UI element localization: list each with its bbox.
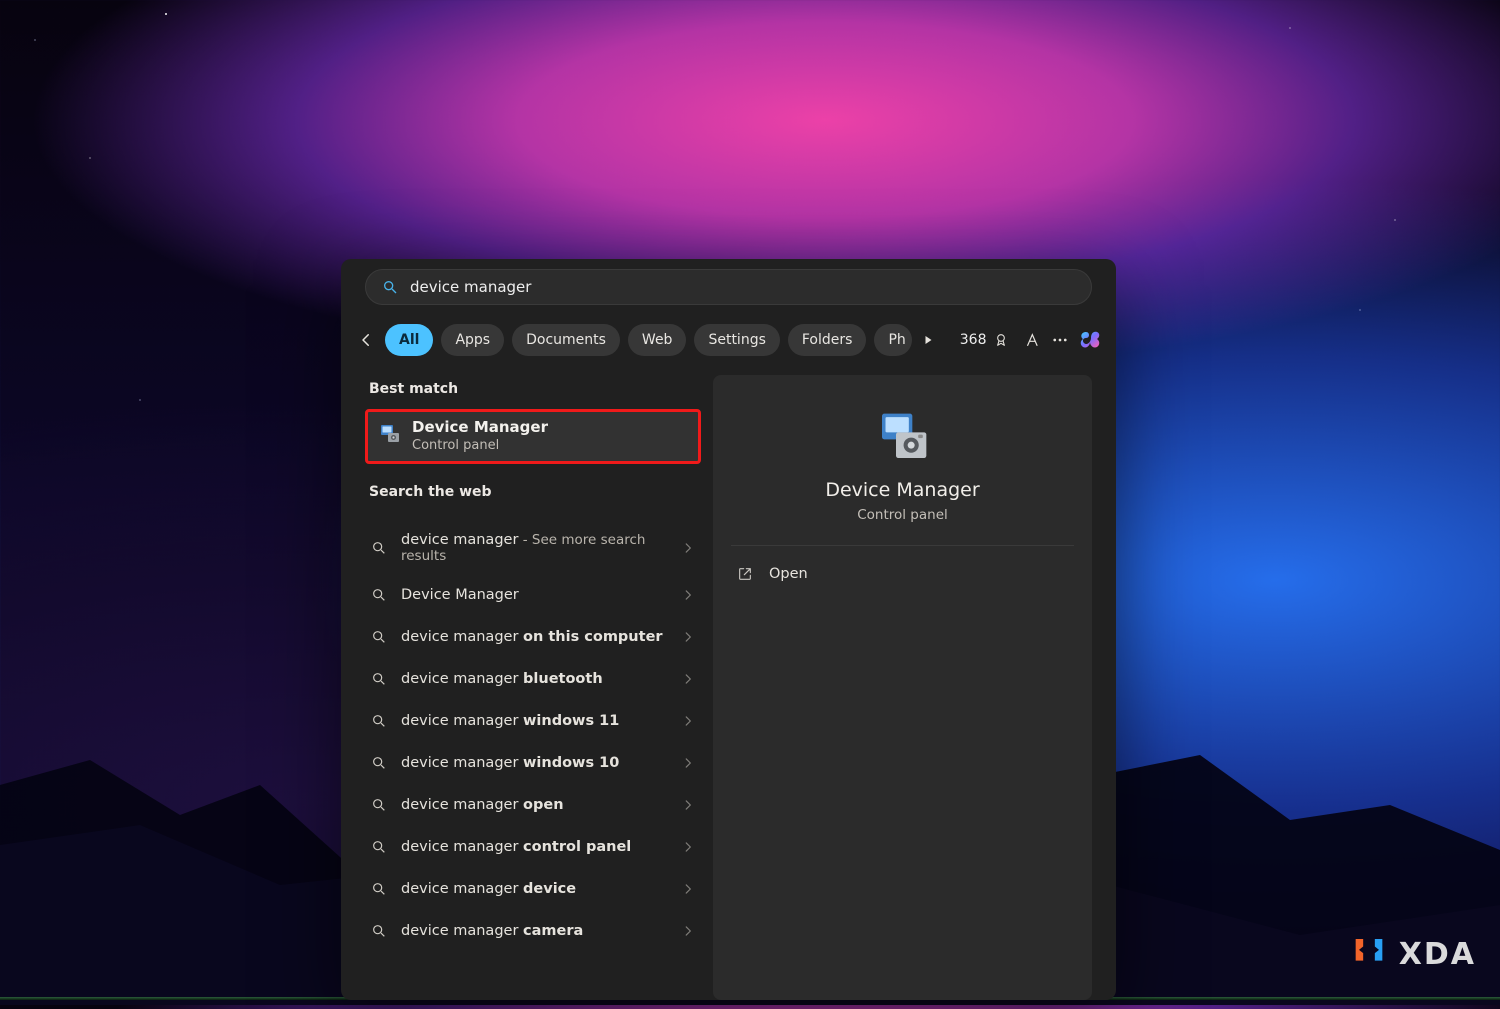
text-size-button[interactable] xyxy=(1025,325,1041,355)
xda-watermark: XDA xyxy=(1349,934,1476,974)
search-web-label: Search the web xyxy=(365,478,701,512)
action-open[interactable]: Open xyxy=(731,552,1074,596)
chevron-right-icon xyxy=(681,924,695,938)
detail-title: Device Manager xyxy=(825,479,979,501)
web-result-row[interactable]: device manager control panel xyxy=(365,826,701,868)
best-match-label: Best match xyxy=(365,375,701,409)
more-options-button[interactable] xyxy=(1051,325,1069,355)
best-match-device-manager[interactable]: Device Manager Control panel xyxy=(365,409,701,464)
rewards-points[interactable]: 368 xyxy=(954,332,1015,348)
search-icon xyxy=(371,839,387,855)
web-result-row[interactable]: device manager - See more search results xyxy=(365,522,701,574)
chevron-right-icon xyxy=(681,882,695,896)
search-icon xyxy=(371,671,387,687)
search-icon xyxy=(371,881,387,897)
filter-tab-all[interactable]: All xyxy=(385,324,433,356)
filter-scroll-right[interactable] xyxy=(922,324,934,356)
back-button[interactable] xyxy=(357,324,375,356)
chevron-right-icon xyxy=(681,840,695,854)
filter-tab-folders[interactable]: Folders xyxy=(788,324,867,356)
web-results-list: device manager - See more search results… xyxy=(365,522,701,952)
search-icon xyxy=(371,629,387,645)
chevron-right-icon xyxy=(681,588,695,602)
xda-watermark-text: XDA xyxy=(1399,937,1476,972)
search-icon xyxy=(371,755,387,771)
device-manager-icon xyxy=(378,422,402,446)
web-result-row[interactable]: device manager open xyxy=(365,784,701,826)
chevron-right-icon xyxy=(681,630,695,644)
chevron-right-icon xyxy=(681,672,695,686)
detail-separator xyxy=(731,545,1074,546)
chevron-right-icon xyxy=(681,756,695,770)
search-field[interactable] xyxy=(365,269,1092,305)
web-result-row[interactable]: device manager on this computer xyxy=(365,616,701,658)
chevron-right-icon xyxy=(681,541,695,555)
filter-tabs: All Apps Documents Web Settings Folders … xyxy=(385,324,912,356)
copilot-button[interactable] xyxy=(1079,325,1103,355)
ellipsis-icon xyxy=(1051,331,1069,349)
best-match-subtitle: Control panel xyxy=(412,438,548,453)
chevron-right-icon xyxy=(681,798,695,812)
search-icon xyxy=(371,923,387,939)
detail-subtitle: Control panel xyxy=(857,507,948,523)
start-search-flyout: All Apps Documents Web Settings Folders … xyxy=(341,259,1116,1000)
filter-tab-photos-partial[interactable]: Ph xyxy=(874,324,911,356)
best-match-title: Device Manager xyxy=(412,418,548,436)
search-icon xyxy=(371,540,387,556)
web-result-row[interactable]: device manager device xyxy=(365,868,701,910)
medal-icon xyxy=(993,332,1009,348)
filter-tab-web[interactable]: Web xyxy=(628,324,687,356)
filter-tab-apps[interactable]: Apps xyxy=(441,324,504,356)
search-input[interactable] xyxy=(410,278,1075,296)
xda-logo-icon xyxy=(1349,934,1389,974)
chevron-right-icon xyxy=(681,714,695,728)
open-external-icon xyxy=(737,566,753,582)
action-open-label: Open xyxy=(769,566,808,582)
search-icon xyxy=(382,279,398,295)
web-result-row[interactable]: Device Manager xyxy=(365,574,701,616)
web-result-row[interactable]: device manager windows 11 xyxy=(365,700,701,742)
rewards-points-value: 368 xyxy=(960,332,987,348)
search-icon xyxy=(371,587,387,603)
letter-a-icon xyxy=(1025,332,1041,348)
filter-tab-settings[interactable]: Settings xyxy=(694,324,779,356)
play-icon xyxy=(922,334,934,346)
web-result-row[interactable]: device manager windows 10 xyxy=(365,742,701,784)
filter-bar: All Apps Documents Web Settings Folders … xyxy=(341,305,1116,363)
copilot-icon xyxy=(1079,328,1103,352)
result-detail-pane: Device Manager Control panel Open xyxy=(713,375,1092,1000)
device-manager-icon xyxy=(875,409,931,465)
filter-tab-documents[interactable]: Documents xyxy=(512,324,620,356)
arrow-left-icon xyxy=(357,331,375,349)
search-icon xyxy=(371,797,387,813)
web-result-row[interactable]: device manager bluetooth xyxy=(365,658,701,700)
search-icon xyxy=(371,713,387,729)
web-result-row[interactable]: device manager camera xyxy=(365,910,701,952)
